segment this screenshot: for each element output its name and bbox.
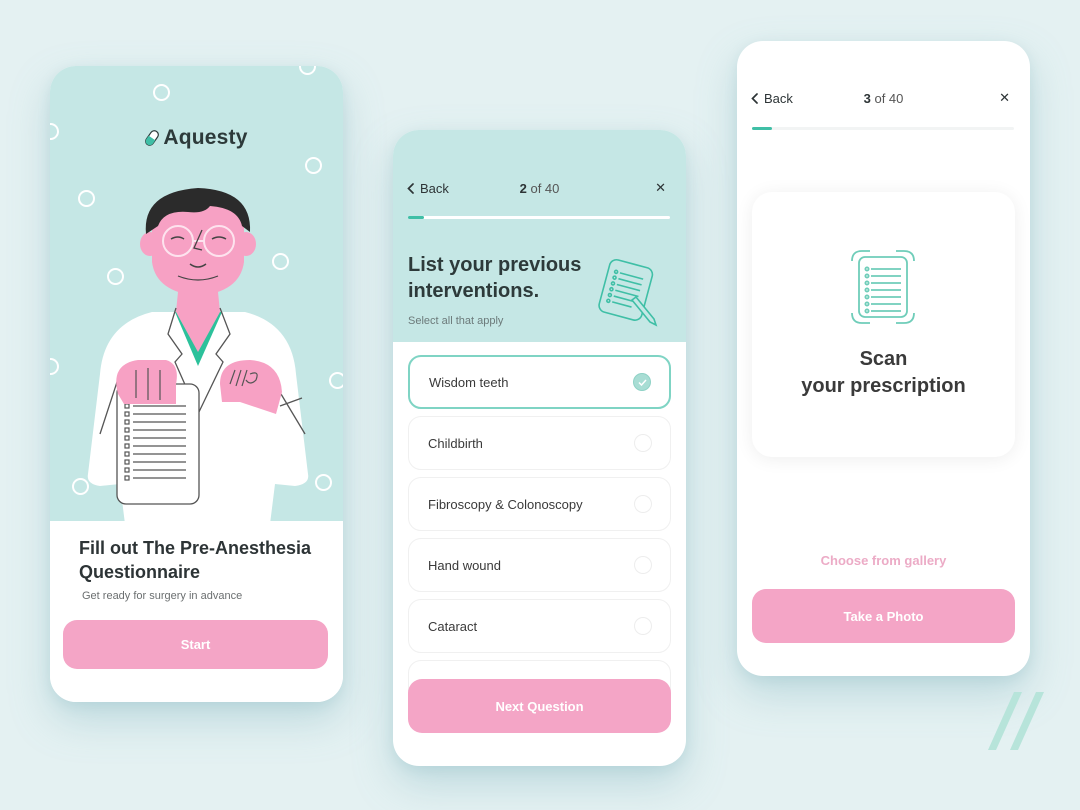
counter-total: of 40 [874, 90, 904, 106]
option-label: Hand wound [428, 557, 501, 573]
decorative-bubble [299, 66, 316, 75]
back-button[interactable]: Back [407, 181, 449, 196]
scan-card[interactable]: Scan your prescription [752, 192, 1015, 457]
chevron-left-icon [407, 182, 414, 194]
counter-current: 2 [519, 180, 527, 196]
close-icon: ✕ [655, 180, 666, 195]
checkbox-checked[interactable] [633, 373, 651, 391]
decorative-bubble [153, 84, 170, 101]
pill-icon [145, 130, 160, 146]
scan-title: Scan your prescription [752, 346, 1015, 400]
decorative-bubble [315, 474, 332, 491]
checkbox-unchecked[interactable] [634, 495, 652, 513]
counter-total: of 40 [530, 180, 560, 196]
checkbox-unchecked[interactable] [634, 434, 652, 452]
question-hint: Select all that apply [408, 315, 504, 327]
progress-fill [752, 127, 772, 130]
welcome-subtitle: Get ready for surgery in advance [82, 590, 243, 602]
scan-title-line2: your prescription [801, 375, 966, 397]
start-button[interactable]: Start [63, 620, 328, 669]
question-title: List your previous interventions. [408, 254, 582, 302]
hero-illustration-area: Aquesty [50, 66, 343, 524]
decorative-bubble [50, 358, 59, 375]
decorative-bubble [329, 372, 343, 389]
check-icon [637, 378, 647, 386]
chevron-left-icon [751, 92, 758, 104]
choose-from-gallery-link[interactable]: Choose from gallery [737, 553, 1030, 568]
option-label: Cataract [428, 618, 478, 634]
question-nav-bar: Back 2 of 40 ✕ [393, 178, 686, 198]
scan-title-line1: Scan [859, 348, 908, 370]
checklist-pen-icon [598, 258, 658, 327]
option-childbirth[interactable]: Childbirth [408, 416, 671, 470]
welcome-screen: Aquesty Fill out The Pre-Anesthesia Ques… [50, 66, 343, 702]
decorative-slashes [988, 692, 1044, 750]
back-label: Back [764, 90, 793, 106]
checkbox-unchecked[interactable] [634, 617, 652, 635]
close-icon: ✕ [999, 90, 1010, 105]
option-label: Wisdom teeth [429, 374, 509, 390]
counter-current: 3 [863, 90, 871, 106]
checkbox-unchecked[interactable] [634, 556, 652, 574]
progress-fill [408, 216, 424, 219]
scan-nav-bar: Back 3 of 40 ✕ [737, 88, 1030, 108]
app-name: Aquesty [163, 126, 248, 149]
option-cataract[interactable]: Cataract [408, 599, 671, 653]
doctor-illustration [87, 188, 309, 524]
app-logo: Aquesty [50, 126, 343, 150]
close-button[interactable]: ✕ [655, 180, 666, 196]
back-label: Back [420, 180, 449, 196]
progress-bar [752, 127, 1014, 130]
option-label: Fibroscopy & Colonoscopy [428, 496, 583, 512]
next-question-button[interactable]: Next Question [408, 679, 671, 733]
progress-bar [408, 216, 670, 219]
question-screen: Back 2 of 40 ✕ List your previous interv… [393, 130, 686, 766]
option-fibroscopy-colonoscopy[interactable]: Fibroscopy & Colonoscopy [408, 477, 671, 531]
option-label: Childbirth [428, 435, 483, 451]
take-photo-button[interactable]: Take a Photo [752, 589, 1015, 643]
close-button[interactable]: ✕ [999, 90, 1010, 106]
welcome-title: Fill out The Pre-Anesthesia Questionnair… [79, 538, 312, 582]
decorative-bubble [305, 157, 322, 174]
back-button[interactable]: Back [751, 91, 793, 106]
document-scan-icon [851, 250, 915, 324]
scan-screen: Back 3 of 40 ✕ Scan your prescription Ch… [737, 41, 1030, 676]
option-hand-wound[interactable]: Hand wound [408, 538, 671, 592]
option-wisdom-teeth[interactable]: Wisdom teeth [408, 355, 671, 409]
